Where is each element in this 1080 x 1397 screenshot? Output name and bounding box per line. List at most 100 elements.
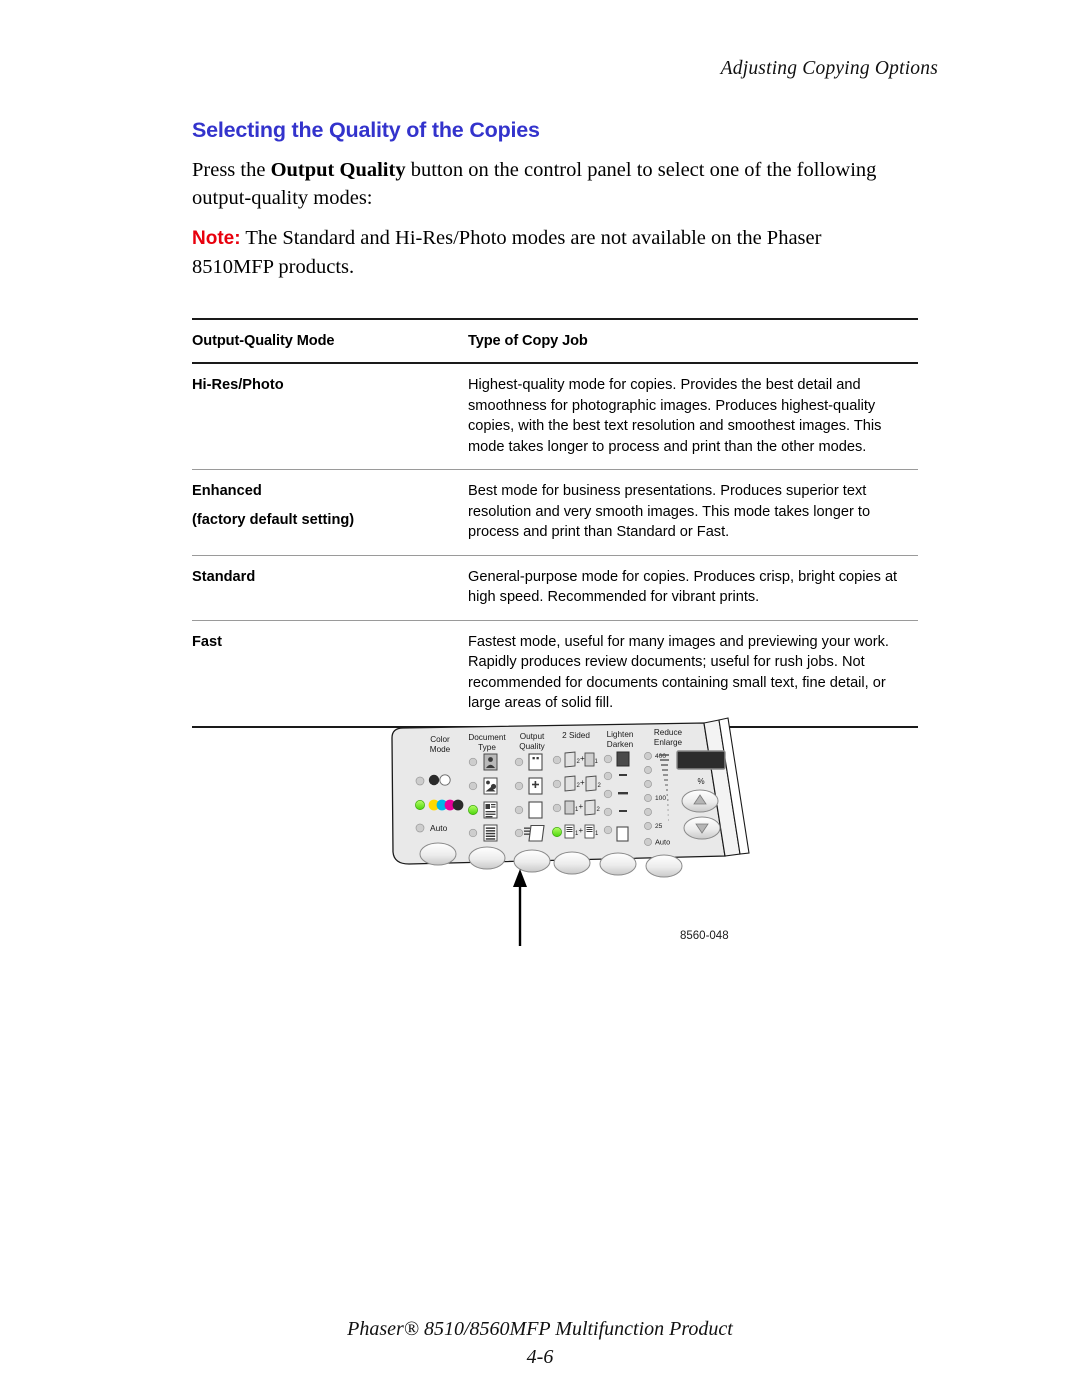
label-output-quality-line1: Output [520,732,545,741]
label-output-quality-line2: Quality [519,742,545,751]
table-cell-mode: Hi-Res/Photo [192,363,460,470]
icon-lightest-swatch [616,826,629,842]
led-darkest [603,754,613,764]
table-header-row: Output-Quality Mode Type of Copy Job [192,318,918,364]
page-footer: Phaser® 8510/8560MFP Multifunction Produ… [0,1315,1080,1371]
output-quality-bold-term: Output Quality [270,159,406,181]
column-header-copy-job: Type of Copy Job [460,318,918,364]
icon-quality-hires-photo [528,753,543,771]
icon-quality-standard [528,801,543,819]
icon-document-photo [483,753,498,771]
led-scale-tick-5 [644,808,652,816]
page-title: Selecting the Quality of the Copies [192,118,540,142]
intro-text-before: Press the [192,159,271,181]
note-paragraph: Note: The Standard and Hi-Res/Photo mode… [192,224,892,281]
led-color-mode-lit [415,800,425,810]
table-cell-mode: Standard [192,555,460,621]
note-text: The Standard and Hi-Res/Photo modes are … [192,227,822,278]
label-color-mode-line2: Mode [430,745,451,754]
icon-key-black-dot [452,799,464,811]
label-darken: Darken [607,740,634,749]
led-auto-color [415,823,425,833]
document-type-button[interactable] [468,846,506,870]
footer-product-line: Phaser® 8510/8560MFP Multifunction Produ… [347,1318,733,1340]
table-cell-description: Highest-quality mode for copies. Provide… [460,363,918,470]
table-cell-description: Best mode for business presentations. Pr… [460,469,918,556]
table-row: Enhanced (factory default setting) Best … [192,469,918,556]
icon-document-graphics [483,777,498,795]
led-scale-auto [644,838,652,846]
label-percent: % [697,777,704,786]
output-quality-button[interactable] [513,849,551,873]
reduce-enlarge-display [676,750,726,770]
running-head: Adjusting Copying Options [720,58,938,79]
mode-subnote: (factory default setting) [192,511,355,528]
table-row: Standard General-purpose mode for copies… [192,555,918,621]
column-header-mode: Output-Quality Mode [192,318,460,364]
svg-text:+: + [579,802,584,811]
label-scale-400: 400 [655,753,666,760]
output-quality-table: Output-Quality Mode Type of Copy Job Hi-… [192,318,918,728]
icon-light-dash [619,810,627,812]
led-quality-fast [514,828,524,838]
mode-name: Fast [192,633,223,650]
icon-white-dot [439,774,451,786]
led-doc-photo [468,757,478,767]
label-scale-25: 25 [655,823,663,830]
svg-text:+: + [580,754,585,763]
led-doc-text [468,828,478,838]
mode-name: Hi-Res/Photo [192,377,284,393]
led-scale-400 [644,752,652,760]
label-document-type-line2: Type [478,743,496,752]
control-panel-figure: Color Mode Document Type Output Quality … [380,706,760,956]
led-darker [603,771,613,781]
led-light [603,807,613,817]
table-cell-description: General-purpose mode for copies. Produce… [460,555,918,621]
led-scale-25 [644,822,652,830]
label-lighten: Lighten [607,730,634,739]
icon-darkest-swatch [616,751,630,767]
label-scale-100: 100 [655,795,666,802]
svg-text:+: + [580,778,585,787]
icon-quality-enhanced [528,777,543,795]
led-2sided-1to2 [552,803,562,813]
control-panel-illustration: Color Mode Document Type Output Quality … [391,717,750,946]
led-quality-enhanced [514,781,524,791]
scale-up-button[interactable] [681,789,719,813]
reduce-enlarge-button[interactable] [645,854,683,878]
figure-id-label: 8560-048 [680,930,729,942]
icon-document-mixed [483,801,498,819]
document-page: Adjusting Copying Options Selecting the … [0,0,1080,1397]
led-quality-standard [514,805,524,815]
led-scale-100 [644,794,652,802]
led-doc-mixed-lit [468,805,478,815]
label-document-type-line1: Document [468,733,506,742]
lighten-darken-button[interactable] [599,852,637,876]
icon-document-text [483,824,498,842]
footer-page-number: 4-6 [526,1346,554,1368]
led-lightest [603,825,613,835]
led-quality-hires-photo [514,757,524,767]
label-reduce: Reduce [654,728,683,737]
led-2sided-1to1-lit [552,827,562,837]
scale-down-button[interactable] [683,816,721,840]
table-row: Hi-Res/Photo Highest-quality mode for co… [192,363,918,470]
led-doc-graphics [468,781,478,791]
label-color-mode-auto: Auto [430,823,448,833]
icon-dark-dash [618,792,628,795]
icon-darker-dash [619,774,627,776]
label-2-sided: 2 Sided [562,731,590,740]
svg-text:+: + [579,826,584,835]
color-mode-button[interactable] [419,842,457,866]
callout-arrow [513,869,527,946]
label-enlarge: Enlarge [654,738,683,747]
intro-paragraph: Press the Output Quality button on the c… [192,156,892,212]
two-sided-button[interactable] [553,851,591,875]
led-2sided-2to2 [552,779,562,789]
note-label: Note: [192,228,241,249]
led-scale-tick-3 [644,780,652,788]
led-bw-mode [415,776,425,786]
mode-name: Enhanced [192,483,262,499]
led-2sided-2to1 [552,755,562,765]
mode-name: Standard [192,568,256,585]
